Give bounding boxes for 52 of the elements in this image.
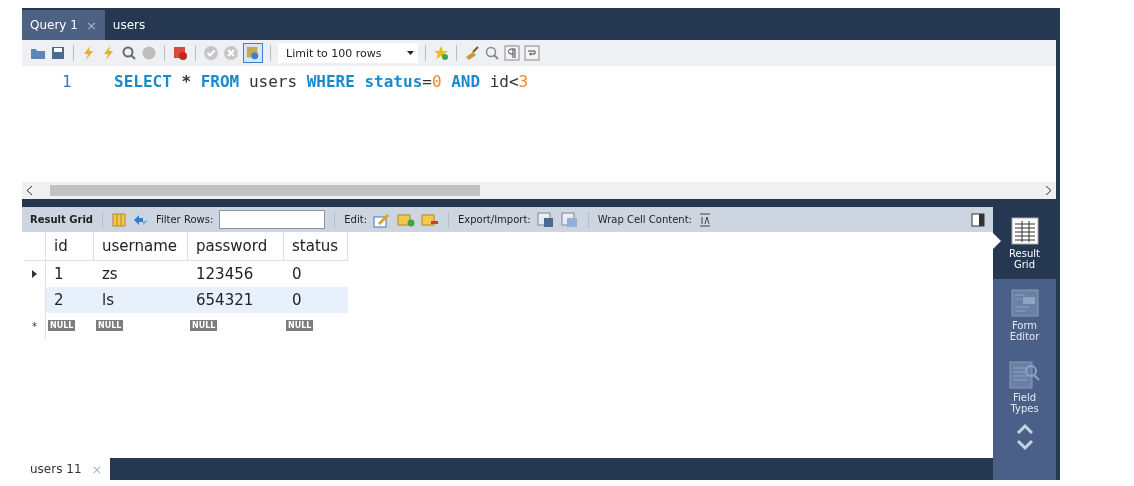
table-cell: 654321 [188,287,284,313]
limit-dropdown[interactable]: Limit to 100 rows [278,43,418,63]
edit-label: Edit: [344,214,368,225]
null-tag: NULL [96,320,124,331]
scrollbar-thumb[interactable] [50,185,480,196]
column-header[interactable]: status [284,232,348,261]
pilcrow-icon[interactable] [504,45,520,61]
word-wrap-icon[interactable] [524,45,540,61]
null-tag: NULL [48,320,76,331]
query-tab[interactable]: Query 1 × [22,10,105,40]
column-header[interactable]: password [188,232,284,261]
wrap-text-icon[interactable] [697,212,712,227]
grid-columns-icon[interactable] [111,212,126,227]
filter-field[interactable] [219,210,326,229]
magnifier-icon[interactable] [121,45,137,61]
field-types-icon [1008,360,1041,389]
chevron-up-down-icon[interactable] [1014,423,1035,451]
grid-icon [1010,216,1039,245]
query-tab[interactable]: users [104,10,154,40]
export-label: Export/Import: [458,214,531,225]
filter-label: Filter Rows: [155,214,214,225]
pencil-icon[interactable] [373,211,392,228]
scroll-left-icon[interactable] [26,186,32,195]
sql-code: SELECT * FROM users WHERE status=0 AND id<3 [114,72,529,93]
table-cell: ls [94,287,188,313]
delete-row-icon[interactable] [421,212,440,227]
caret-icon [407,51,414,55]
result-tab[interactable]: users 11 × [22,458,111,480]
column-header[interactable]: id [46,232,94,261]
scroll-right-icon[interactable] [1046,186,1052,195]
export-icon[interactable] [536,211,555,228]
wrap-label: Wrap Cell Content: [597,214,692,225]
rollback-icon[interactable] [223,45,239,61]
result-grid-label[interactable]: Result Grid [30,214,93,225]
table-cell: 0 [284,287,348,313]
star-icon[interactable] [433,45,449,61]
add-row-icon[interactable] [397,212,416,227]
error-toggle-icon[interactable] [172,45,188,61]
import-icon[interactable] [560,211,579,228]
search-icon[interactable] [484,45,500,61]
current-row-icon [32,270,37,278]
side-panel-item[interactable]: Result Grid [993,207,1056,279]
table-cell: 2 [46,287,94,313]
commit-icon[interactable] [203,45,219,61]
panel-toggle-icon[interactable] [971,212,985,227]
null-tag: NULL [190,320,218,331]
broom-icon[interactable] [464,45,480,61]
line-number: 1 [61,72,73,93]
null-tag: NULL [286,320,314,331]
form-icon [1010,288,1039,317]
save-icon[interactable] [50,45,66,61]
column-header[interactable]: username [94,232,188,261]
